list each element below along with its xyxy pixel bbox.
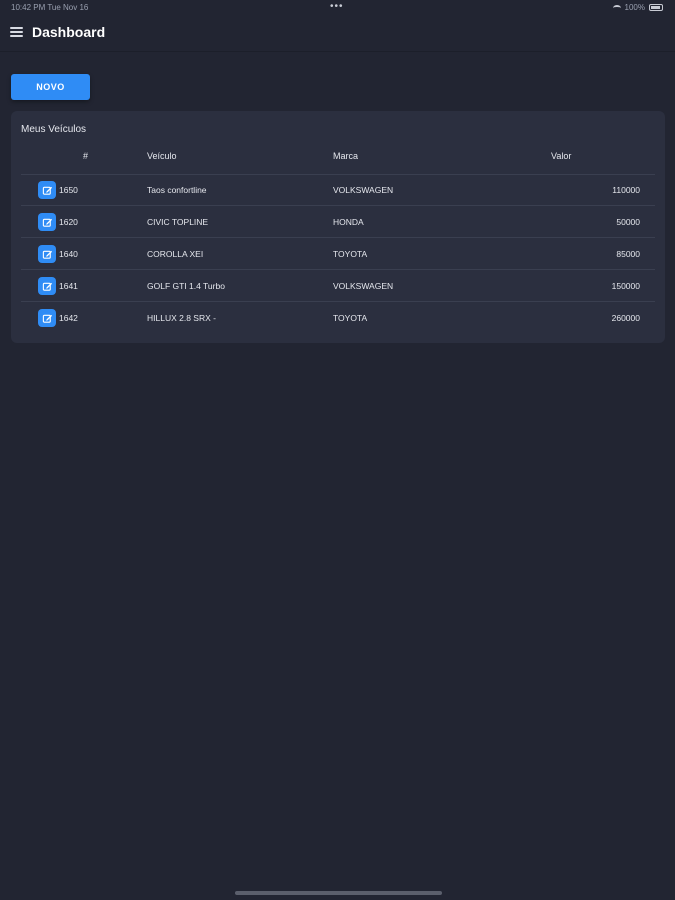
row-veiculo: HILLUX 2.8 SRX - [147,313,216,323]
row-marca: VOLKSWAGEN [333,281,394,291]
edit-icon[interactable] [38,245,56,263]
table-row: 1650 Taos confortline VOLKSWAGEN 110000 [21,175,655,206]
table-row: 1641 GOLF GTI 1.4 Turbo VOLKSWAGEN 15000… [21,271,655,302]
row-marca: HONDA [333,217,364,227]
novo-button[interactable]: NOVO [11,74,90,100]
battery-label: 100% [624,3,645,12]
multitask-dots-icon[interactable]: ••• [330,1,344,12]
row-veiculo: Taos confortline [147,185,207,195]
row-id: 1650 [59,185,78,195]
vehicles-card: Meus Veículos # Veículo Marca Valor 1650… [11,111,665,343]
row-marca: TOYOTA [333,313,368,323]
battery-icon [649,4,663,11]
row-valor: 110000 [612,185,640,195]
column-header-valor: Valor [551,151,572,161]
edit-icon[interactable] [38,277,56,295]
row-marca: TOYOTA [333,249,368,259]
table-row: 1640 COROLLA XEI TOYOTA 85000 [21,239,655,270]
row-veiculo: COROLLA XEI [147,249,204,259]
card-title: Meus Veículos [21,124,87,135]
status-bar: 10:42 PM Tue Nov 16 ••• 100% [0,0,675,16]
row-valor: 50000 [616,217,640,227]
home-indicator[interactable] [235,891,442,895]
app-header: Dashboard [0,16,675,52]
column-header-veiculo: Veículo [147,151,177,161]
hamburger-menu-icon[interactable] [10,27,23,37]
row-id: 1620 [59,217,78,227]
column-header-marca: Marca [333,151,359,161]
wifi-icon [612,4,621,11]
status-right: 100% [612,3,663,12]
edit-icon[interactable] [38,181,56,199]
row-id: 1642 [59,313,78,323]
row-veiculo: GOLF GTI 1.4 Turbo [147,281,225,291]
row-id: 1641 [59,281,78,291]
row-valor: 260000 [611,313,640,323]
status-time: 10:42 PM Tue Nov 16 [11,3,89,12]
table-row: 1642 HILLUX 2.8 SRX - TOYOTA 260000 [21,303,655,334]
table-row: 1620 CIVIC TOPLINE HONDA 50000 [21,207,655,238]
row-marca: VOLKSWAGEN [333,185,394,195]
column-header-id: # [83,151,89,161]
row-id: 1640 [59,249,78,259]
row-valor: 150000 [611,281,640,291]
row-veiculo: CIVIC TOPLINE [147,217,209,227]
row-valor: 85000 [616,249,640,259]
edit-icon[interactable] [38,309,56,327]
edit-icon[interactable] [38,213,56,231]
page-title: Dashboard [32,24,106,40]
